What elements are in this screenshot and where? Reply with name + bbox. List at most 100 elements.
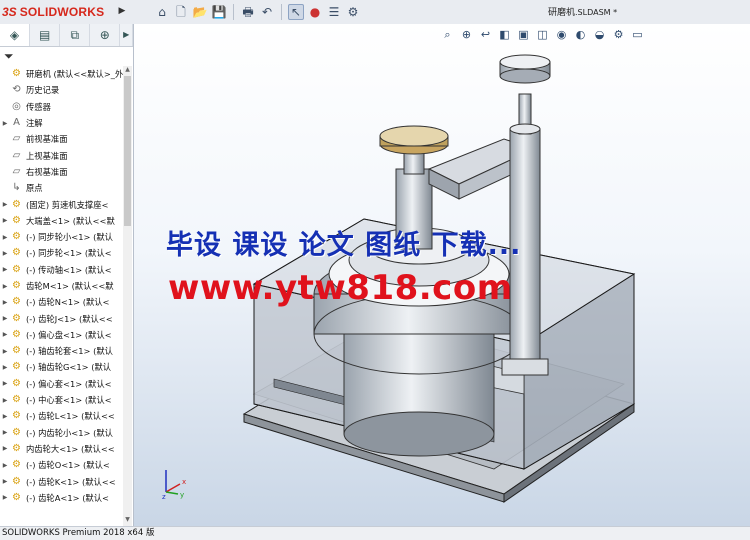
expand-arrow-icon[interactable]: ▶ [0,445,10,452]
tree-item[interactable]: ▶ ⚙ (-) 同步轮<1> (默认< [0,245,123,261]
panel-tabs: ◈ ▤ ⧉ ⊕ ▶ [0,24,133,47]
expand-arrow-icon[interactable]: ▶ [0,250,10,257]
tree-item[interactable]: ▶ ⚙ (-) 同步轮小<1> (默认 [0,229,123,245]
sensor-icon: ◎ [12,100,21,112]
solidworks-logo[interactable]: 3S SOLIDWORKS [2,3,128,21]
part-icon: ⚙ [12,377,21,389]
expand-arrow-icon[interactable]: ▶ [0,348,10,355]
tree-item[interactable]: ↳ 原点 [0,180,123,196]
feature-manager-panel: ◈ ▤ ⧉ ⊕ ▶ ⏷ ⚙ 研磨机 (默认<<默认>_外 ⟲ 历史记录 ◎ 传感器 ▶ A 注解… [0,24,134,526]
toolbar-divider [281,4,282,20]
part-icon: ⚙ [12,345,21,357]
tab-more[interactable]: ▶ [120,24,133,46]
part-icon: ⚙ [12,198,21,210]
tree-item-label: (-) 偏心套<1> (默认< [26,378,112,389]
tree-filter[interactable]: ⏷ [0,47,133,65]
expand-arrow-icon[interactable]: ▶ [0,217,10,224]
tab-configuration-manager[interactable]: ⧉ [60,24,91,46]
tree-item[interactable]: ▶ ⚙ (-) 齿轮J<1> (默认<< [0,310,123,326]
tree-item[interactable]: ▶ ⚙ (-) 内齿轮小<1> (默认 [0,425,123,441]
tree-item-label: (-) 轴齿轮套<1> (默认 [26,346,113,357]
tree-item[interactable]: ▶ ⚙ (-) 齿轮N<1> (默认< [0,294,123,310]
axis-y-label: y [180,491,184,499]
home-icon[interactable]: ⌂ [154,4,170,20]
settings-icon[interactable]: ⚙ [345,4,361,20]
open-icon[interactable]: 📂 [192,4,208,20]
expand-arrow-icon[interactable]: ▶ [0,299,10,306]
tree-item-label: (-) 齿轮N<1> (默认< [26,297,110,308]
options-list-icon[interactable]: ☰ [326,4,342,20]
expand-arrow-icon[interactable]: ▶ [0,283,10,290]
tree-item[interactable]: ▶ ⚙ (-) 中心套<1> (默认< [0,392,123,408]
tree-item-label: 大端盖<1> (默认<<默 [26,215,115,226]
tree-item-label: 右视基准面 [26,166,68,177]
expand-arrow-icon[interactable]: ▶ [0,462,10,469]
part-icon: ⚙ [12,263,21,275]
scroll-thumb[interactable] [124,76,131,226]
tree-item-label: (-) 齿轮J<1> (默认<< [26,313,113,324]
tree-item[interactable]: ▶ ⚙ (-) 轴齿轮G<1> (默认 [0,359,123,375]
expand-arrow-icon[interactable]: ▶ [0,364,10,371]
tree-item-label: 原点 [26,183,43,194]
expand-arrow-icon[interactable]: ▶ [0,201,10,208]
tree-item[interactable]: ▶ ⚙ (-) 齿轮L<1> (默认<< [0,408,123,424]
tree-item-label: 传感器 [26,101,51,112]
tree-item-label: (固定) 剪速机支撑座< [26,199,109,210]
expand-arrow-icon[interactable]: ▶ [0,429,10,436]
tree-item[interactable]: ◎ 传感器 [0,99,123,115]
tree-item[interactable]: ▶ ⚙ (-) 偏心套<1> (默认< [0,376,123,392]
tree-scrollbar[interactable]: ▲ ▼ [123,66,132,526]
scroll-up-arrow-icon[interactable]: ▲ [123,66,132,76]
expand-arrow-icon[interactable]: ▶ [0,380,10,387]
tree-item-label: 上视基准面 [26,150,68,161]
expand-arrow-icon[interactable]: ▶ [0,315,10,322]
tree-item-label: 注解 [26,118,43,129]
axis-x-label: x [182,478,186,486]
scroll-down-arrow-icon[interactable]: ▼ [123,516,132,526]
select-icon[interactable]: ↖ [288,4,304,20]
expand-arrow-icon[interactable]: ▶ [0,331,10,338]
tree-item[interactable]: ⟲ 历史记录 [0,82,123,98]
tab-dimxpert-manager[interactable]: ⊕ [90,24,121,46]
tree-item[interactable]: ▶ ⚙ (-) 传动轴<1> (默认< [0,262,123,278]
origin-icon: ↳ [12,182,21,194]
tree-item[interactable]: ▱ 上视基准面 [0,147,123,163]
part-icon: ⚙ [12,231,21,243]
filter-icon[interactable]: ⏷ [4,49,14,64]
history-icon: ⟲ [12,84,21,96]
expand-arrow-icon[interactable]: ▶ [0,120,10,127]
tree-item[interactable]: ▶ ⚙ 齿轮M<1> (默认<<默 [0,278,123,294]
tree-item[interactable]: ▶ ⚙ (-) 偏心盘<1> (默认< [0,327,123,343]
tab-property-manager[interactable]: ▤ [30,24,61,46]
tree-item[interactable]: ▱ 前视基准面 [0,131,123,147]
tree-item[interactable]: ▶ ⚙ (固定) 剪速机支撑座< [0,196,123,212]
tab-feature-manager[interactable]: ◈ [0,24,31,46]
tree-item[interactable]: ▶ ⚙ (-) 齿轮A<1> (默认< [0,490,123,506]
plane-icon: ▱ [12,133,21,145]
expand-menu-arrow-icon[interactable]: ▶ [117,4,127,19]
tree-item[interactable]: ▶ ⚙ (-) 齿轮O<1> (默认< [0,457,123,473]
tree-item[interactable]: ▱ 右视基准面 [0,164,123,180]
expand-arrow-icon[interactable]: ▶ [0,397,10,404]
undo-icon[interactable]: ↶ [259,4,275,20]
tree-item[interactable]: ▶ A 注解 [0,115,123,131]
tree-item[interactable]: ▶ ⚙ (-) 齿轮K<1> (默认<< [0,473,123,489]
tree-item-label: (-) 中心套<1> (默认< [26,395,112,406]
tree-item[interactable]: ▶ ⚙ (-) 轴齿轮套<1> (默认 [0,343,123,359]
expand-arrow-icon[interactable]: ▶ [0,413,10,420]
graphics-area[interactable]: ⌕ ⊕ ↩ ◧ ▣ ◫ ◉ ◐ ◒ ⚙ ▭ 毕设 课设 论文 图纸 下载... … [134,24,750,526]
title-toolbar: 3S SOLIDWORKS ▶ ⌂ 🗋 📂 💾 🖶 ↶ ↖ ● ☰ ⚙ 研磨机.… [0,0,750,25]
expand-arrow-icon[interactable]: ▶ [0,494,10,501]
traffic-light-icon[interactable]: ● [307,4,323,20]
new-file-icon[interactable]: 🗋 [173,4,189,20]
tree-item-label: (-) 同步轮小<1> (默认 [26,232,113,243]
part-icon: ⚙ [12,459,21,471]
tree-item[interactable]: ⚙ 研磨机 (默认<<默认>_外 [0,66,123,82]
expand-arrow-icon[interactable]: ▶ [0,266,10,273]
expand-arrow-icon[interactable]: ▶ [0,234,10,241]
print-icon[interactable]: 🖶 [240,4,256,20]
expand-arrow-icon[interactable]: ▶ [0,478,10,485]
tree-item[interactable]: ▶ ⚙ 内齿轮大<1> (默认<< [0,441,123,457]
tree-item[interactable]: ▶ ⚙ 大端盖<1> (默认<<默 [0,213,123,229]
save-icon[interactable]: 💾 [211,4,227,20]
